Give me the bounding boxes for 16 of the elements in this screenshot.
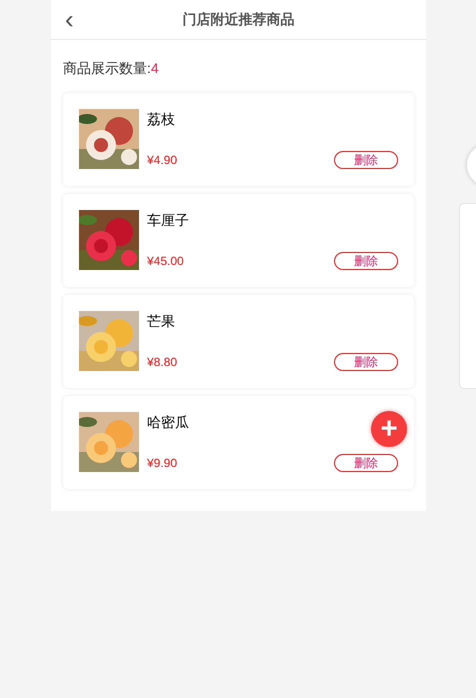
back-button[interactable]: ‹ — [61, 6, 78, 32]
product-name: 荔枝 — [147, 110, 175, 129]
product-price: ¥4.90 — [147, 152, 178, 169]
product-name: 车厘子 — [147, 211, 189, 230]
product-name: 哈密瓜 — [147, 413, 189, 432]
delete-button[interactable]: 删除 — [334, 151, 398, 169]
product-price: ¥45.00 — [147, 253, 184, 270]
delete-button[interactable]: 删除 — [334, 353, 398, 371]
product-name: 芒果 — [147, 312, 175, 331]
product-price: ¥9.90 — [147, 455, 178, 472]
product-price: ¥8.80 — [147, 354, 178, 371]
page-title: 门店附近推荐商品 — [182, 10, 294, 29]
delete-button[interactable]: 删除 — [334, 252, 398, 270]
count-value: 4 — [150, 60, 159, 76]
count-label: 商品展示数量: — [63, 60, 151, 76]
delete-button[interactable]: 删除 — [334, 454, 398, 472]
